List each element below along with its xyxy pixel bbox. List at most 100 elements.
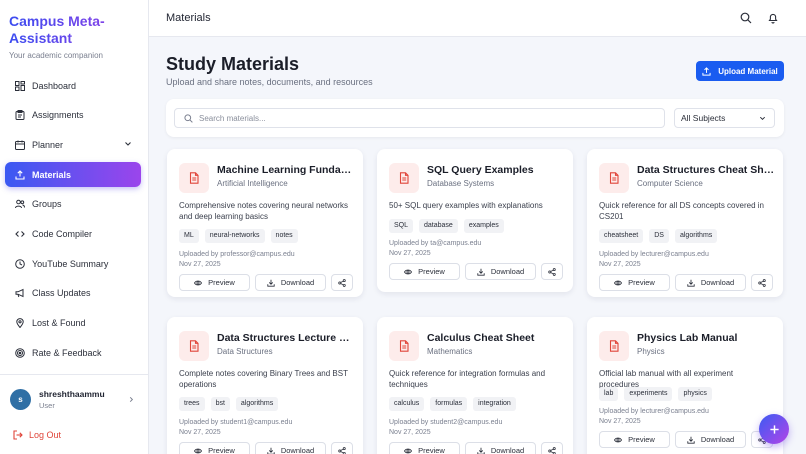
download-button[interactable]: Download xyxy=(255,442,326,454)
chevron-down-icon[interactable] xyxy=(124,140,132,148)
card-actions: Preview Download xyxy=(179,442,353,454)
material-card: Physics Lab Manual Physics Official lab … xyxy=(587,317,783,454)
sidebar-item-label: Planner xyxy=(32,139,64,150)
eye-icon xyxy=(404,268,418,276)
uploaded-by: Uploaded by ta@campus.edu xyxy=(389,240,482,247)
sidebar-item-label: YouTube Summary xyxy=(32,258,109,269)
material-card: Machine Learning Fundamen... Artificial … xyxy=(167,149,363,297)
upload-date: Nov 27, 2025 xyxy=(389,429,431,436)
filter-bar: All Subjects xyxy=(166,99,784,137)
share-icon xyxy=(338,446,346,454)
share-button[interactable] xyxy=(541,263,563,280)
upload-date: Nov 27, 2025 xyxy=(389,250,431,257)
sidebar-item-planner[interactable]: Planner xyxy=(5,132,141,157)
tag: algorithms xyxy=(674,229,718,243)
tag: notes xyxy=(270,229,298,243)
download-label: Download xyxy=(490,267,525,276)
user-profile[interactable]: s shreshthaammu User xyxy=(10,389,135,410)
share-icon xyxy=(548,267,556,276)
preview-button[interactable]: Preview xyxy=(599,431,670,448)
material-title[interactable]: SQL Query Examples xyxy=(427,164,565,176)
sidebar-divider xyxy=(0,374,149,375)
sidebar-item-class-updates[interactable]: Class Updates xyxy=(5,281,141,306)
tag: bst xyxy=(210,397,230,411)
download-button[interactable]: Download xyxy=(675,431,746,448)
tag: ML xyxy=(179,229,199,243)
users-icon xyxy=(15,199,25,209)
sidebar-item-label: Class Updates xyxy=(32,288,91,299)
sidebar-item-label: Rate & Feedback xyxy=(32,347,102,358)
sidebar-item-dashboard[interactable]: Dashboard xyxy=(5,73,141,98)
preview-button[interactable]: Preview xyxy=(179,274,250,291)
share-button[interactable] xyxy=(331,274,353,291)
download-button[interactable]: Download xyxy=(255,274,326,291)
material-description: Comprehensive notes covering neural netw… xyxy=(179,201,348,221)
share-button[interactable] xyxy=(751,274,773,291)
upload-material-button[interactable]: Upload Material xyxy=(696,61,784,81)
material-description: Complete notes covering Binary Trees and… xyxy=(179,369,348,389)
chevron-right-icon xyxy=(129,396,134,403)
sidebar-item-rate-feedback[interactable]: Rate & Feedback xyxy=(5,340,141,365)
file-icon xyxy=(179,331,209,361)
uploaded-by: Uploaded by professor@campus.edu xyxy=(179,251,295,258)
target-icon xyxy=(15,347,25,358)
app-subtitle: Your academic companion xyxy=(9,51,103,60)
tag: examples xyxy=(463,219,504,233)
code-icon xyxy=(15,229,25,239)
user-role: User xyxy=(39,401,55,410)
sidebar-item-materials[interactable]: Materials xyxy=(5,162,141,188)
download-button[interactable]: Download xyxy=(465,442,536,454)
preview-button[interactable]: Preview xyxy=(179,442,250,454)
uploaded-by: Uploaded by student1@campus.edu xyxy=(179,419,293,426)
download-label: Download xyxy=(490,446,525,454)
material-title[interactable]: Calculus Cheat Sheet xyxy=(427,332,565,344)
download-button[interactable]: Download xyxy=(465,263,536,280)
download-icon xyxy=(267,447,281,454)
search-input[interactable] xyxy=(199,113,649,123)
megaphone-icon xyxy=(15,288,25,298)
preview-button[interactable]: Preview xyxy=(389,442,460,454)
preview-button[interactable]: Preview xyxy=(389,263,460,280)
dashboard-icon xyxy=(15,80,25,91)
logout-icon xyxy=(13,430,23,440)
map-pin-icon xyxy=(15,318,25,328)
plus-icon xyxy=(769,424,779,434)
card-actions: Preview Download xyxy=(389,442,563,454)
preview-button[interactable]: Preview xyxy=(599,274,670,291)
material-subject: Artificial Intelligence xyxy=(217,179,288,188)
add-button[interactable] xyxy=(759,414,789,444)
avatar: s xyxy=(10,389,31,410)
share-icon xyxy=(548,446,556,454)
header-title: Materials xyxy=(166,12,211,24)
logout-button[interactable]: Log Out xyxy=(13,430,61,440)
sidebar-item-assignments[interactable]: Assignments xyxy=(5,103,141,128)
share-button[interactable] xyxy=(541,442,563,454)
material-title[interactable]: Data Structures Cheat Sheet xyxy=(637,164,775,176)
download-icon xyxy=(477,268,491,276)
sidebar-item-code-compiler[interactable]: Code Compiler xyxy=(5,221,141,246)
upload-info: Uploaded by lecturer@campus.edu Nov 27, … xyxy=(599,250,709,270)
tag: DS xyxy=(649,229,669,243)
tag-list: trees bst algorithms xyxy=(179,397,284,411)
share-button[interactable] xyxy=(331,442,353,454)
material-title[interactable]: Physics Lab Manual xyxy=(637,332,775,344)
search-icon[interactable] xyxy=(740,12,752,24)
sidebar-item-lost-found[interactable]: Lost & Found xyxy=(5,311,141,336)
sidebar-item-groups[interactable]: Groups xyxy=(5,192,141,217)
material-title[interactable]: Data Structures Lecture Note... xyxy=(217,332,355,344)
uploaded-by: Uploaded by lecturer@campus.edu xyxy=(599,251,709,258)
app-title[interactable]: Campus Meta-Assistant xyxy=(9,13,144,47)
download-button[interactable]: Download xyxy=(675,274,746,291)
top-bar: Materials xyxy=(149,0,806,37)
sidebar-item-youtube-summary[interactable]: YouTube Summary xyxy=(5,251,141,276)
tag: cheatsheet xyxy=(599,229,644,243)
search-box[interactable] xyxy=(174,108,665,128)
upload-info: Uploaded by lecturer@campus.edu Nov 27, … xyxy=(599,407,709,427)
tag: calculus xyxy=(389,397,425,411)
tag-list: ML neural-networks notes xyxy=(179,229,304,243)
material-card: Data Structures Cheat Sheet Computer Sci… xyxy=(587,149,783,297)
material-title[interactable]: Machine Learning Fundamen... xyxy=(217,164,355,176)
subject-select[interactable]: All Subjects xyxy=(674,108,775,128)
bell-icon[interactable] xyxy=(767,12,779,24)
sidebar-nav: Dashboard Assignments Planner Materials … xyxy=(5,73,141,370)
